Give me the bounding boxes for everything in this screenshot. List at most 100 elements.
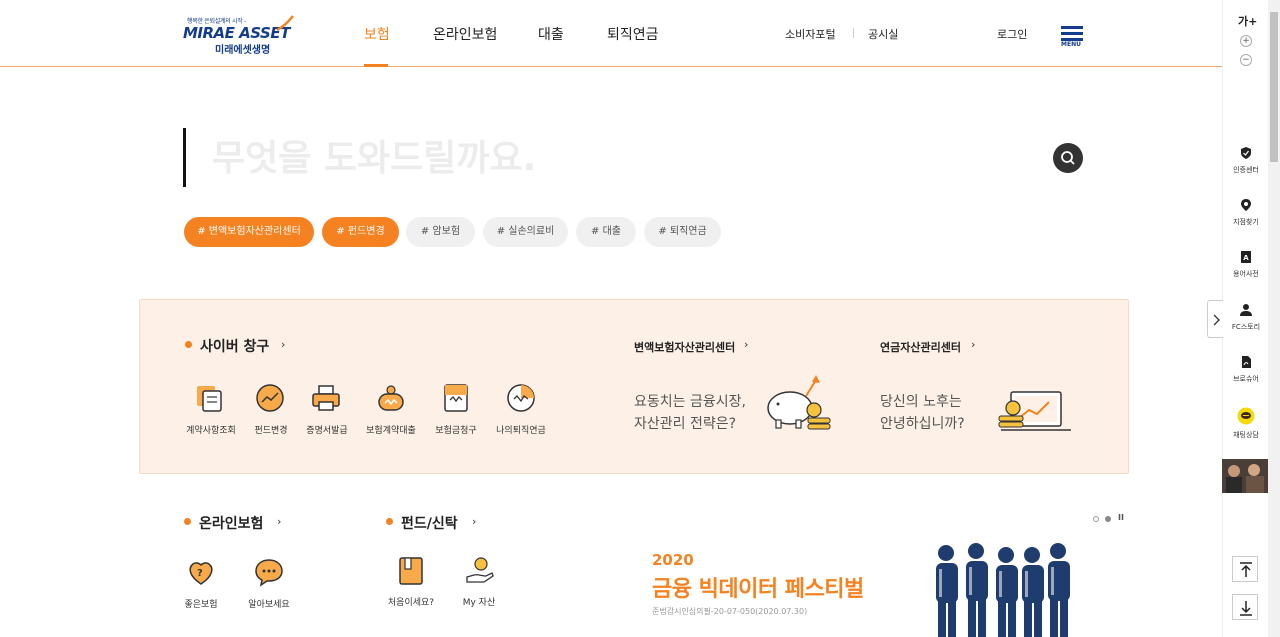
chevron-right-icon[interactable]: › [277, 515, 281, 528]
online-insurance-title[interactable]: 온라인보험 [199, 513, 263, 533]
search-icon [1061, 151, 1075, 165]
quick-label[interactable]: 처음이세요? [376, 595, 446, 608]
consumer-portal-link[interactable]: 소비자포털 [785, 26, 836, 42]
quick-item-label: FC스토리 [1231, 323, 1261, 331]
speech-bubble-icon[interactable] [253, 556, 285, 588]
tag-cancer-insurance[interactable]: # 암보험 [406, 217, 475, 247]
good-insurance-icon[interactable]: ? [185, 556, 217, 588]
font-increase-button[interactable]: + [1240, 35, 1252, 47]
menu-button[interactable]: MENU [1060, 24, 1084, 50]
arrow-up-icon [1240, 562, 1252, 577]
quick-item-label: 채팅상담 [1233, 431, 1259, 439]
tag-retirement-pension[interactable]: # 퇴직연금 [644, 217, 721, 247]
quick-item-label: 지점찾기 [1233, 218, 1259, 226]
fund-trust-title[interactable]: 펀드/신탁 [401, 513, 458, 533]
slide-indicator-dot[interactable] [1093, 516, 1099, 522]
quick-label[interactable]: 좋은보험 [166, 597, 236, 610]
logo-en: MIRAE ASSET [183, 24, 290, 42]
retirement-pension-icon[interactable] [505, 382, 537, 414]
search-caret [183, 128, 186, 187]
piggy-bank-icon [767, 375, 831, 430]
promo-thumbnail[interactable] [1222, 459, 1268, 493]
fund-change-icon[interactable] [254, 382, 286, 414]
banner-title[interactable]: 금융 빅데이터 페스티벌 [652, 571, 864, 603]
wallet-loan-icon[interactable] [375, 382, 407, 414]
quick-label[interactable]: 증명서발급 [292, 423, 362, 436]
menu-label: MENU [1061, 41, 1081, 48]
quick-glossary[interactable]: A 용어사전 [1223, 250, 1269, 279]
map-pin-icon [1241, 199, 1251, 211]
tag-loan[interactable]: # 대출 [576, 217, 636, 247]
gnb-retirement-pension[interactable]: 퇴직연금 [607, 24, 659, 44]
font-decrease-button[interactable]: − [1240, 54, 1252, 66]
bullet-dot [184, 518, 191, 525]
pension-center-desc-1: 당신의 노후는 [880, 394, 962, 410]
person-icon [1240, 304, 1252, 316]
quick-brochure[interactable]: 브로슈어 [1223, 355, 1269, 384]
quick-cert-center[interactable]: 인증센터 [1223, 146, 1269, 175]
pension-center-desc-2: 안녕하십니까? [880, 416, 965, 432]
chevron-right-icon[interactable]: › [744, 338, 748, 351]
tag-medical-expense[interactable]: # 실손의료비 [483, 217, 568, 247]
quick-label[interactable]: 보험금청구 [421, 423, 491, 436]
util-divider [853, 28, 854, 38]
quickbar-toggle-button[interactable] [1207, 300, 1223, 338]
people-illustration [936, 543, 1070, 637]
gnb-loan[interactable]: 대출 [538, 24, 564, 44]
banner-compliance-note: 준법감시인심의필-20-07-050(2020.07.30) [652, 607, 808, 616]
banner-year[interactable]: 2020 [652, 551, 694, 569]
quick-fc-story[interactable]: FC스토리 [1223, 303, 1269, 332]
chevron-right-icon[interactable]: › [971, 338, 975, 351]
gnb-online-insurance[interactable]: 온라인보험 [433, 24, 497, 44]
cyber-window-title[interactable]: 사이버 창구 [200, 336, 269, 356]
quick-item-label: 용어사전 [1233, 270, 1259, 278]
quick-label[interactable]: My 자산 [444, 595, 514, 608]
svg-text:A: A [1243, 254, 1249, 262]
quick-label[interactable]: 보험계약대출 [356, 423, 426, 436]
page-scrollbar-thumb[interactable] [1270, 12, 1278, 162]
search-input[interactable] [212, 132, 1032, 184]
mirae-asset-logo[interactable]: 행복한 은퇴설계의 시작 - MIRAE ASSET 미래에셋생명 [183, 14, 295, 56]
quick-branch-finder[interactable]: 지점찾기 [1223, 198, 1269, 227]
scroll-bottom-button[interactable] [1232, 594, 1258, 620]
menu-bar-icon [1061, 26, 1083, 29]
slide-pause-button[interactable]: II [1118, 513, 1124, 522]
pension-center-title[interactable]: 연금자산관리센터 [880, 339, 961, 355]
arrow-down-icon [1240, 601, 1252, 616]
shield-icon [1241, 147, 1251, 159]
header: 행복한 은퇴설계의 시작 - MIRAE ASSET 미래에셋생명 보험 온라인… [0, 0, 1222, 67]
quick-chat-consult[interactable]: 채팅상담 [1223, 407, 1269, 440]
slide-indicator-dot-active[interactable] [1105, 516, 1111, 522]
quick-label[interactable]: 알아보세요 [234, 597, 304, 610]
tag-variable-insurance-center[interactable]: # 변액보험자산관리센터 [184, 217, 314, 247]
monitor-coins-icon [998, 391, 1071, 431]
quick-item-label: 브로슈어 [1233, 375, 1259, 383]
dictionary-icon: A [1241, 251, 1251, 263]
pdf-icon [1242, 356, 1251, 368]
my-asset-icon[interactable] [464, 555, 496, 587]
right-quick-bar: 가+ + − 인증센터 지점찾기 A 용어사전 FC스토리 브로슈어 채팅상담 [1222, 0, 1268, 637]
scroll-top-button[interactable] [1232, 556, 1258, 582]
printer-icon[interactable] [310, 382, 342, 414]
quick-item-label: 인증센터 [1233, 166, 1259, 174]
chevron-right-icon [1213, 314, 1220, 326]
chevron-right-icon[interactable]: › [472, 515, 476, 528]
login-link[interactable]: 로그인 [997, 26, 1027, 42]
quick-label[interactable]: 나의퇴직연금 [486, 423, 556, 436]
bullet-dot [386, 518, 393, 525]
svg-text:?: ? [197, 568, 203, 579]
chevron-right-icon[interactable]: › [281, 338, 285, 351]
contract-inquiry-icon[interactable] [194, 382, 226, 414]
claim-document-icon[interactable] [440, 382, 472, 414]
gnb-active-underline [364, 64, 388, 67]
quick-service-panel [139, 299, 1129, 474]
variable-center-desc-1: 요동치는 금융시장, [634, 394, 746, 410]
people-photo-icon [1222, 459, 1268, 493]
gnb-insurance[interactable]: 보험 [364, 24, 390, 44]
variable-center-title[interactable]: 변액보험자산관리센터 [634, 339, 735, 355]
book-icon[interactable] [395, 555, 427, 587]
disclosure-link[interactable]: 공시실 [868, 26, 898, 42]
variable-center-desc-2: 자산관리 전략은? [634, 416, 737, 432]
search-button[interactable] [1053, 143, 1083, 173]
tag-fund-change[interactable]: # 펀드변경 [322, 217, 399, 247]
